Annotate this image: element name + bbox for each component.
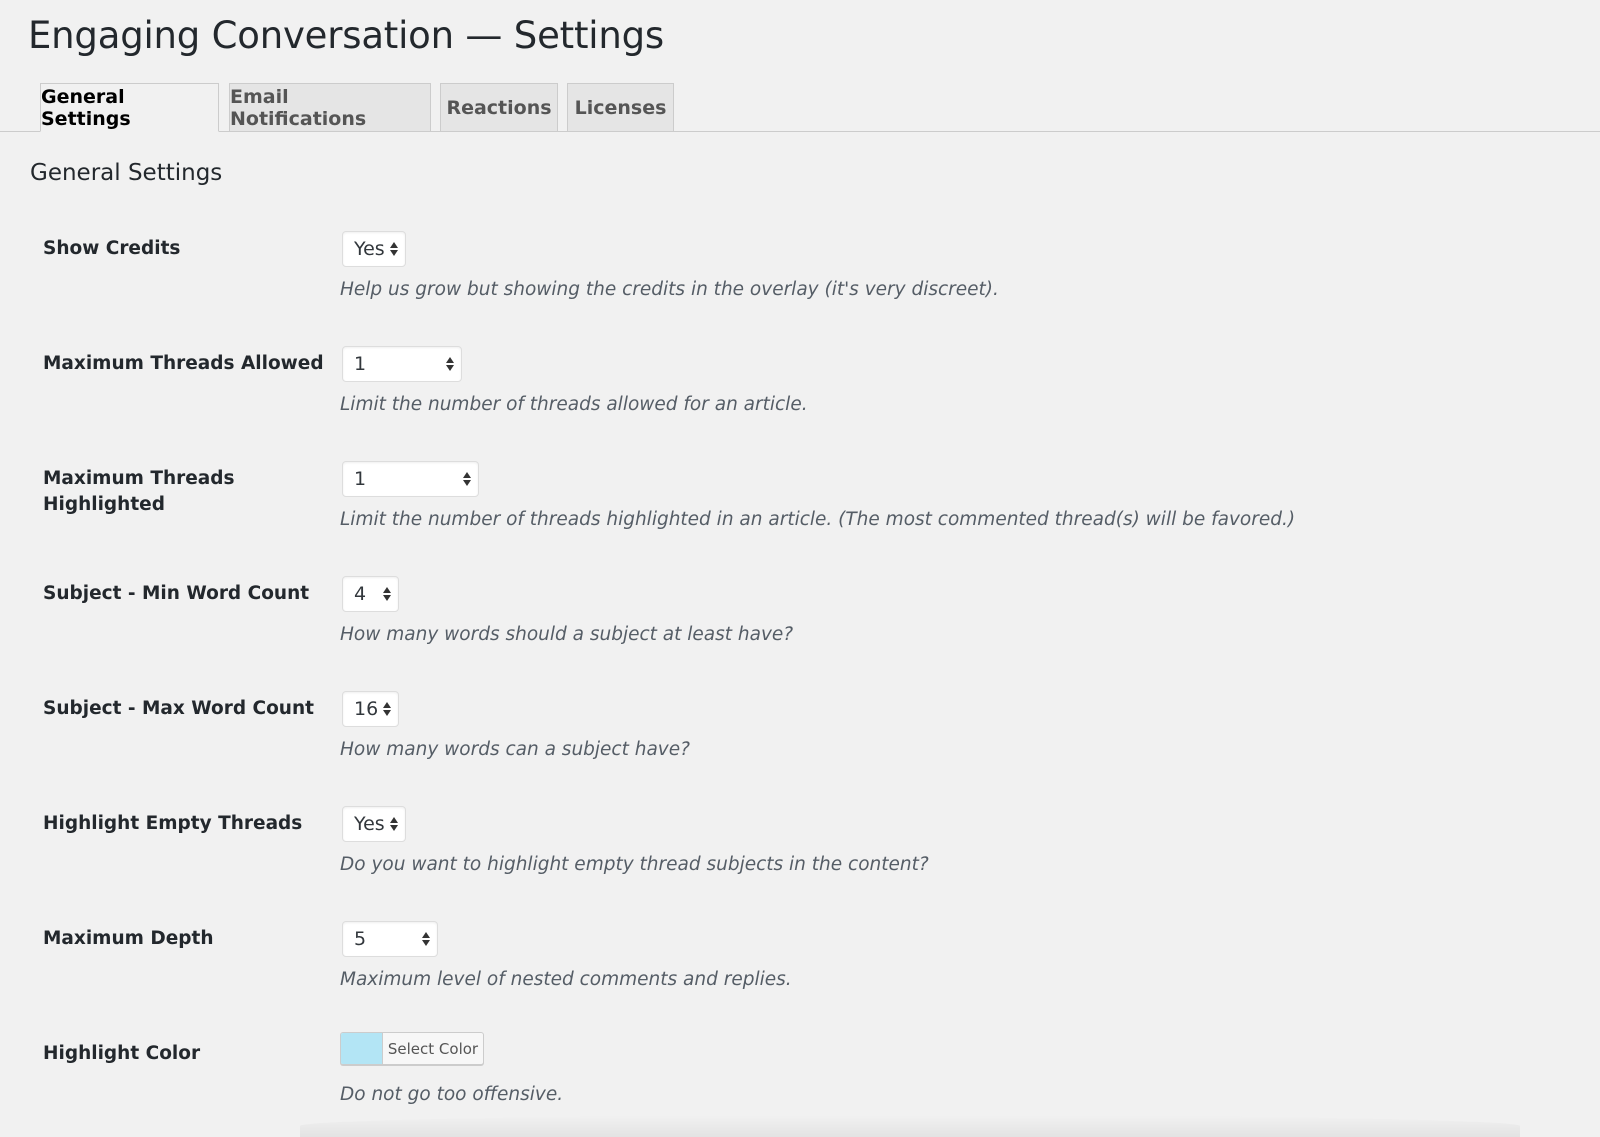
maximum-threads-allowed-select[interactable]: 1 — [342, 346, 462, 382]
select-color-label: Select Color — [387, 1039, 479, 1058]
maximum-threads-highlighted-select[interactable]: 1 — [342, 461, 479, 497]
subject-max-word-count-value: 16 — [354, 698, 379, 720]
show-credits-select[interactable]: Yes — [342, 231, 406, 267]
bottom-shadow — [300, 1115, 1520, 1137]
maximum-depth-value: 5 — [354, 928, 367, 950]
subject-max-word-count-description: How many words can a subject have? — [340, 739, 690, 760]
maximum-threads-allowed-description: Limit the number of threads allowed for … — [340, 394, 808, 415]
maximum-depth-description: Maximum level of nested comments and rep… — [340, 969, 792, 990]
label-highlight-color: Highlight Color — [43, 1043, 201, 1064]
tab-general-settings[interactable]: General Settings — [40, 83, 219, 132]
label-show-credits: Show Credits — [43, 238, 181, 259]
label-maximum-threads-highlighted: Maximum Threads Highlighted — [43, 468, 235, 515]
highlight-empty-threads-description: Do you want to highlight empty thread su… — [340, 854, 929, 875]
up-down-arrows-icon — [390, 817, 398, 831]
maximum-threads-highlighted-value: 1 — [354, 468, 367, 490]
subject-max-word-count-select[interactable]: 16 — [342, 691, 399, 727]
label-highlight-empty-threads: Highlight Empty Threads — [43, 813, 303, 834]
settings-tabs: General Settings Email Notifications Rea… — [0, 83, 1600, 132]
highlight-color-picker-button[interactable]: Select Color — [340, 1032, 484, 1065]
maximum-threads-highlighted-description: Limit the number of threads highlighted … — [340, 509, 1296, 530]
label-maximum-depth: Maximum Depth — [43, 928, 214, 949]
label-subject-max-word-count: Subject - Max Word Count — [43, 698, 314, 719]
subject-min-word-count-value: 4 — [354, 583, 367, 605]
maximum-threads-allowed-value: 1 — [354, 353, 367, 375]
show-credits-value: Yes — [354, 238, 385, 260]
highlight-empty-threads-select[interactable]: Yes — [342, 806, 406, 842]
show-credits-description: Help us grow but showing the credits in … — [340, 279, 999, 300]
tab-reactions[interactable]: Reactions — [440, 83, 558, 131]
subject-min-word-count-select[interactable]: 4 — [342, 576, 399, 612]
page-title: Engaging Conversation — Settings — [28, 14, 664, 57]
up-down-arrows-icon — [383, 702, 391, 716]
highlight-empty-threads-value: Yes — [354, 813, 385, 835]
maximum-depth-select[interactable]: 5 — [342, 921, 438, 957]
up-down-arrows-icon — [422, 932, 430, 946]
label-subject-min-word-count: Subject - Min Word Count — [43, 583, 310, 604]
tab-email-notifications[interactable]: Email Notifications — [229, 83, 431, 131]
tab-licenses[interactable]: Licenses — [567, 83, 674, 131]
subject-min-word-count-description: How many words should a subject at least… — [340, 624, 794, 645]
up-down-arrows-icon — [390, 242, 398, 256]
color-swatch — [341, 1033, 383, 1064]
label-maximum-threads-allowed: Maximum Threads Allowed — [43, 353, 324, 374]
highlight-color-description: Do not go too offensive. — [340, 1084, 564, 1105]
up-down-arrows-icon — [463, 472, 471, 486]
section-title: General Settings — [30, 160, 223, 186]
up-down-arrows-icon — [446, 357, 454, 371]
up-down-arrows-icon — [383, 587, 391, 601]
